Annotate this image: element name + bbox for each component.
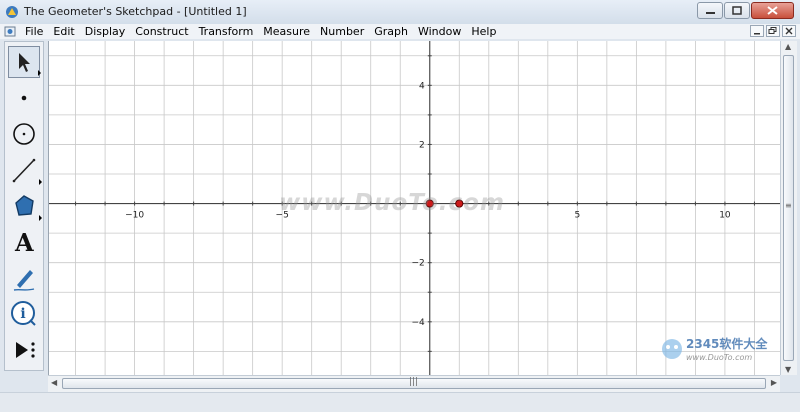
- point-icon: [21, 95, 27, 101]
- horizontal-scroll-thumb[interactable]: |||: [62, 377, 766, 389]
- vertical-scrollbar[interactable]: ▲ ≡ ▼: [780, 41, 797, 375]
- flyout-indicator: [39, 179, 42, 185]
- menu-graph[interactable]: Graph: [369, 24, 413, 39]
- menu-display[interactable]: Display: [80, 24, 131, 39]
- menu-bar: File Edit Display Construct Transform Me…: [0, 24, 800, 39]
- polygon-tool[interactable]: [8, 190, 42, 222]
- menu-number[interactable]: Number: [315, 24, 369, 39]
- doc-close-button[interactable]: [782, 25, 796, 37]
- menu-window[interactable]: Window: [413, 24, 466, 39]
- close-icon: [767, 6, 778, 15]
- scroll-right-arrow-icon[interactable]: ▶: [771, 378, 777, 387]
- flyout-indicator: [38, 70, 41, 76]
- y-tick-label: 2: [419, 140, 425, 150]
- coordinate-graph[interactable]: −10 −5 5 10 4 2 −2 −4: [49, 41, 781, 375]
- straightedge-icon: [12, 158, 36, 183]
- menu-measure[interactable]: Measure: [258, 24, 315, 39]
- text-tool[interactable]: A: [8, 226, 40, 258]
- menu-file[interactable]: File: [20, 24, 48, 39]
- marker-tool[interactable]: [8, 262, 40, 294]
- restore-icon: [768, 27, 777, 34]
- doc-minimize-button[interactable]: [750, 25, 764, 37]
- compass-icon: [13, 123, 35, 145]
- minimize-icon: [706, 12, 715, 14]
- information-icon: i: [11, 301, 36, 326]
- vertical-scroll-thumb[interactable]: ≡: [783, 55, 794, 361]
- grip-icon: |||: [409, 377, 419, 387]
- y-tick-label: −2: [411, 259, 424, 269]
- window-title: The Geometer's Sketchpad - [Untitled 1]: [24, 5, 247, 18]
- scroll-up-arrow-icon[interactable]: ▲: [785, 42, 791, 51]
- minimize-icon: [754, 33, 760, 35]
- polygon-icon: [15, 195, 34, 216]
- menu-construct[interactable]: Construct: [130, 24, 193, 39]
- title-bar: The Geometer's Sketchpad - [Untitled 1]: [0, 0, 800, 25]
- arrow-icon: [19, 53, 30, 72]
- graph-point[interactable]: [455, 199, 464, 208]
- graph-point[interactable]: [425, 199, 434, 208]
- flyout-indicator: [39, 215, 42, 221]
- horizontal-scrollbar[interactable]: ◀ ||| ▶: [48, 375, 780, 392]
- maximize-button[interactable]: [724, 2, 750, 19]
- custom-tool-icon: [16, 342, 35, 358]
- close-button[interactable]: [751, 2, 794, 19]
- compass-tool[interactable]: [8, 118, 40, 150]
- x-tick-label: 10: [719, 211, 731, 221]
- custom-tool[interactable]: [8, 334, 40, 366]
- svg-text:i: i: [20, 306, 25, 322]
- close-icon: [785, 27, 793, 35]
- sketchpad-app-icon: [6, 6, 18, 18]
- status-bar: [0, 392, 800, 412]
- restore-icon: [732, 6, 742, 15]
- menu-help[interactable]: Help: [466, 24, 501, 39]
- menu-transform[interactable]: Transform: [194, 24, 259, 39]
- marker-icon: [13, 270, 35, 291]
- x-tick-label: −10: [125, 211, 144, 221]
- x-tick-label: 5: [574, 211, 580, 221]
- grip-icon: ≡: [785, 201, 792, 210]
- scroll-left-arrow-icon[interactable]: ◀: [51, 378, 57, 387]
- minimize-button[interactable]: [697, 2, 723, 19]
- menu-edit[interactable]: Edit: [48, 24, 79, 39]
- text-icon: A: [15, 228, 34, 257]
- information-tool[interactable]: i: [8, 298, 40, 330]
- straightedge-tool[interactable]: [8, 154, 42, 186]
- arrow-tool[interactable]: [8, 46, 41, 78]
- document-icon[interactable]: [4, 26, 16, 37]
- scroll-down-arrow-icon[interactable]: ▼: [785, 365, 791, 374]
- x-tick-label: −5: [276, 211, 289, 221]
- doc-restore-button[interactable]: [766, 25, 780, 37]
- y-tick-label: −4: [411, 318, 425, 328]
- point-tool[interactable]: [8, 82, 40, 114]
- toolbox: A i: [4, 41, 44, 371]
- sketch-canvas[interactable]: −10 −5 5 10 4 2 −2 −4 www.DuoTo.com 2345软件大全 ww…: [48, 41, 781, 375]
- y-tick-label: 4: [419, 81, 425, 91]
